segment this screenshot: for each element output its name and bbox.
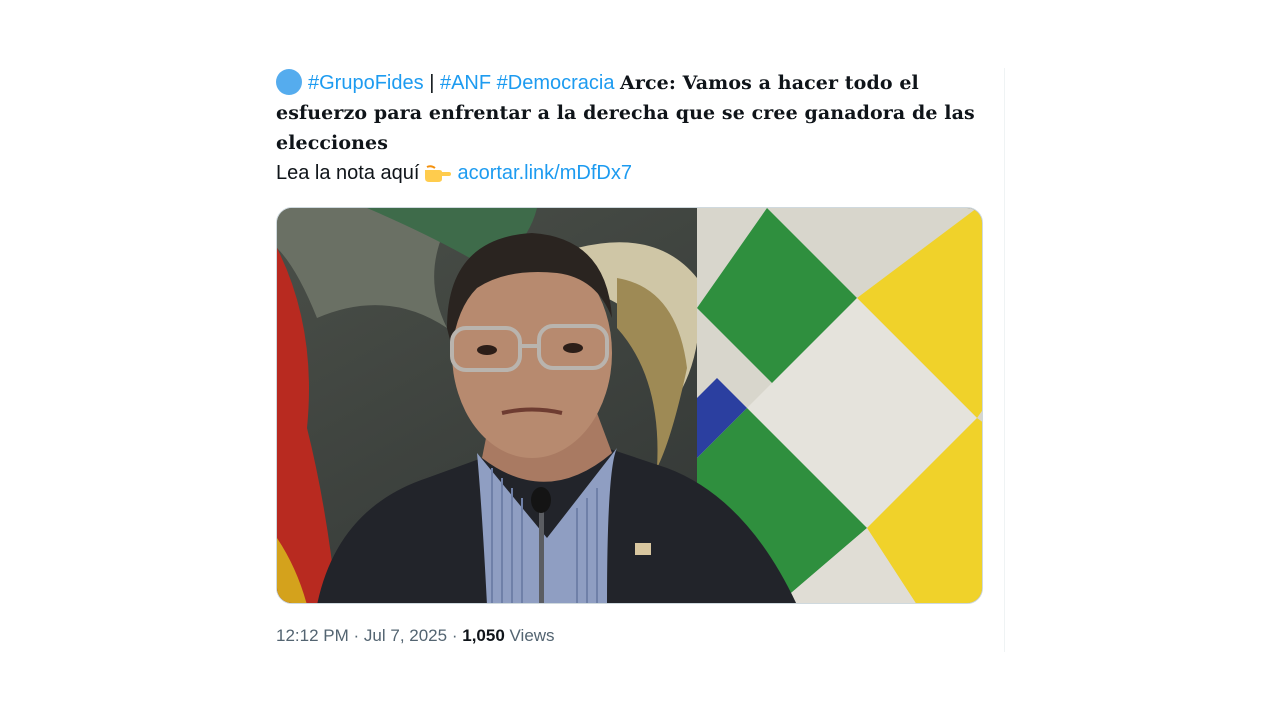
- views-count[interactable]: 1,050: [462, 626, 505, 645]
- views-label: Views: [509, 626, 555, 645]
- hashtag-grupofides[interactable]: #GrupoFides: [308, 72, 424, 94]
- hashtag-anf[interactable]: #ANF: [440, 72, 491, 94]
- hashtag-democracia[interactable]: #Democracia: [497, 72, 615, 94]
- pointing-hand-icon: [423, 162, 452, 192]
- read-more-text: Lea la nota aquí: [276, 162, 420, 184]
- meta-separator: ·: [451, 626, 458, 645]
- tweet-meta: 12:12 PM · Jul 7, 2025 · 1,050 Views: [276, 626, 555, 646]
- tweet-photo[interactable]: [276, 207, 983, 604]
- tweet-text: #GrupoFides | #ANF #Democracia Arce: Vam…: [276, 68, 986, 192]
- column-divider: [1004, 68, 1005, 652]
- tweet-date[interactable]: Jul 7, 2025: [364, 626, 447, 645]
- article-link[interactable]: acortar.link/mDfDx7: [457, 162, 632, 184]
- pipe-separator: |: [429, 72, 435, 94]
- tweet-time[interactable]: 12:12 PM: [276, 626, 349, 645]
- photo-of-speaker-at-microphone-icon: [277, 208, 982, 603]
- meta-separator: ·: [353, 626, 360, 645]
- blue-circle-icon: [276, 69, 302, 95]
- tweet: #GrupoFides | #ANF #Democracia Arce: Vam…: [276, 68, 1004, 652]
